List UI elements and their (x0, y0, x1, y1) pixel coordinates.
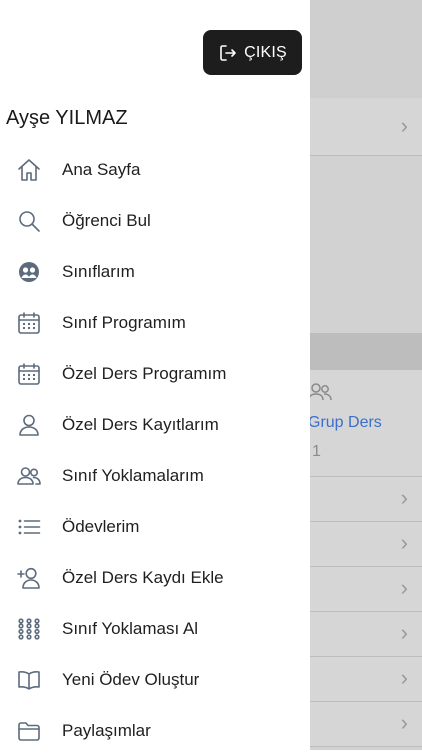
menu-item-label: Özel Ders Programım (62, 364, 227, 383)
chevron-right-icon: › (400, 530, 408, 555)
menu-item-add-private-lesson[interactable]: Özel Ders Kaydı Ekle (0, 553, 310, 603)
menu-item-label: Özel Ders Kayıtlarım (62, 415, 219, 434)
menu-item-label: Öğrenci Bul (62, 211, 151, 230)
search-icon (16, 208, 42, 234)
logout-button[interactable]: ÇIKIŞ (203, 30, 302, 75)
menu-item-find-student[interactable]: Öğrenci Bul (0, 196, 310, 246)
menu-item-label: Ödevlerim (62, 517, 140, 536)
group-lesson-count: 1 (312, 443, 321, 460)
group-icon (16, 259, 42, 285)
menu-item-label: Ana Sayfa (62, 160, 141, 179)
menu-item-label: Paylaşımlar (62, 721, 151, 740)
menu-item-label: Yeni Ödev Oluştur (62, 670, 200, 689)
home-icon (16, 157, 42, 183)
group-lesson-label: Grup Ders (308, 414, 382, 431)
list-icon (16, 514, 42, 540)
menu-item-label: Sınıf Yoklaması Al (62, 619, 199, 638)
grid-dots-icon (16, 616, 42, 642)
calendar-icon (16, 310, 42, 336)
menu-item-private-lesson-schedule[interactable]: Özel Ders Programım (0, 349, 310, 399)
add-user-icon (16, 565, 42, 591)
menu-item-label: Özel Ders Kaydı Ekle (62, 568, 224, 587)
user-icon (16, 412, 42, 438)
menu-item-my-homework[interactable]: Ödevlerim (0, 502, 310, 552)
users-icon (16, 463, 42, 489)
calendar-icon (16, 361, 42, 387)
menu-item-take-attendance[interactable]: Sınıf Yoklaması Al (0, 604, 310, 654)
people-icon (308, 383, 332, 401)
menu-item-private-lesson-records[interactable]: Özel Ders Kayıtlarım (0, 400, 310, 450)
user-name: Ayşe YILMAZ (6, 107, 128, 129)
menu-item-label: Sınıf Programım (62, 313, 186, 332)
logout-icon (220, 44, 236, 61)
menu-item-my-classes[interactable]: Sınıflarım (0, 247, 310, 297)
menu-item-shares[interactable]: Paylaşımlar (0, 706, 310, 756)
folder-icon (16, 718, 42, 744)
menu-item-home[interactable]: Ana Sayfa (0, 145, 310, 195)
menu-item-label: Sınıf Yoklamalarım (62, 466, 204, 485)
chevron-right-icon: › (400, 620, 408, 645)
menu-item-label: Sınıflarım (62, 262, 135, 281)
chevron-right-icon: › (400, 485, 408, 510)
chevron-right-icon: › (400, 575, 408, 600)
menu-item-class-schedule[interactable]: Sınıf Programım (0, 298, 310, 348)
menu-item-create-homework[interactable]: Yeni Ödev Oluştur (0, 655, 310, 705)
menu-item-class-attendances[interactable]: Sınıf Yoklamalarım (0, 451, 310, 501)
chevron-right-icon: › (400, 710, 408, 735)
side-drawer: ÇIKIŞ Ayşe YILMAZ Ana Sayfa Öğrenci Bul (0, 0, 310, 750)
logout-label: ÇIKIŞ (244, 43, 287, 61)
chevron-right-icon: › (400, 113, 408, 138)
book-icon (16, 667, 42, 693)
chevron-right-icon: › (400, 665, 408, 690)
